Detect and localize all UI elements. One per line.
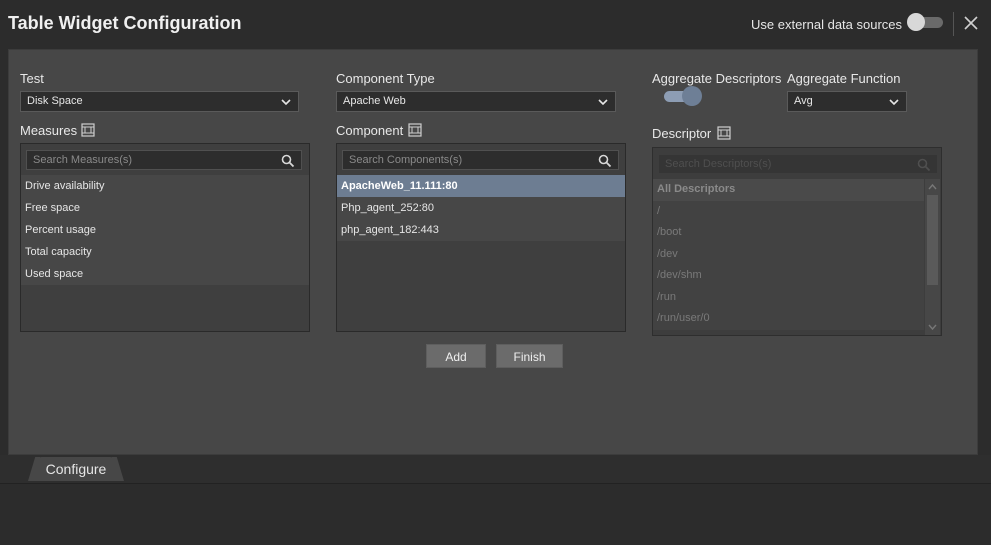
list-item[interactable]: Php_agent_252:80	[337, 197, 625, 219]
aggregate-descriptors-toggle[interactable]	[664, 86, 702, 106]
test-label: Test	[20, 71, 44, 86]
tab-configure[interactable]: Configure	[36, 457, 116, 481]
measures-label: Measures	[20, 123, 78, 138]
page-title: Table Widget Configuration	[8, 13, 242, 33]
search-icon[interactable]	[281, 154, 295, 168]
chevron-down-icon	[598, 99, 608, 106]
dialog-header: Table Widget Configuration Use external …	[0, 0, 991, 48]
finish-button[interactable]: Finish	[496, 344, 563, 368]
descriptor-search	[658, 154, 938, 174]
configuration-panel: Test Disk Space Component Type Apache We…	[8, 49, 978, 455]
descriptor-scrollbar[interactable]	[925, 179, 940, 335]
list-item[interactable]: Total capacity	[21, 241, 309, 263]
list-item[interactable]: php_agent_182:443	[337, 219, 625, 241]
toggle-knob	[682, 86, 702, 106]
list-item[interactable]: /run	[653, 286, 924, 308]
list-item[interactable]: Drive availability	[21, 175, 309, 197]
search-icon	[917, 158, 931, 172]
chevron-down-icon[interactable]	[927, 321, 938, 333]
scrollbar-thumb[interactable]	[927, 195, 938, 285]
component-list: ApacheWeb_11.111:80 Php_agent_252:80 php…	[336, 143, 626, 332]
expand-icon[interactable]	[408, 123, 422, 137]
expand-icon[interactable]	[717, 126, 731, 140]
measures-search	[26, 150, 302, 170]
component-type-label: Component Type	[336, 71, 435, 86]
chevron-down-icon	[281, 99, 291, 106]
list-item[interactable]: /dev/shm	[653, 265, 924, 287]
aggregate-function-value: Avg	[794, 95, 813, 107]
external-data-label: Use external data sources	[751, 17, 903, 32]
aggregate-function-label: Aggregate Function	[787, 71, 901, 86]
chevron-up-icon[interactable]	[927, 181, 938, 193]
list-item[interactable]: /dev	[653, 243, 924, 265]
component-label: Component	[336, 123, 404, 138]
list-item-selected[interactable]: ApacheWeb_11.111:80	[337, 175, 625, 197]
close-icon[interactable]	[961, 13, 981, 33]
list-item[interactable]: Free space	[21, 197, 309, 219]
list-item[interactable]: All Descriptors	[653, 179, 924, 201]
aggregate-descriptors-label: Aggregate Descriptors	[652, 71, 782, 86]
measures-rows: Drive availability Free space Percent us…	[21, 175, 309, 285]
expand-icon[interactable]	[81, 123, 95, 137]
header-divider	[953, 12, 954, 36]
test-select-value: Disk Space	[27, 95, 83, 107]
component-search	[342, 150, 619, 170]
tab-bar: Configure	[0, 455, 991, 483]
component-rows: ApacheWeb_11.111:80 Php_agent_252:80 php…	[337, 175, 625, 241]
descriptor-rows: All Descriptors / /boot /dev /dev/shm /r…	[653, 179, 924, 330]
toggle-knob	[907, 13, 925, 31]
list-item[interactable]: /run/user/0	[653, 308, 924, 330]
descriptor-label: Descriptor	[652, 126, 712, 141]
bottom-area	[0, 483, 991, 545]
aggregate-function-select[interactable]: Avg	[787, 91, 907, 112]
search-icon[interactable]	[598, 154, 612, 168]
descriptor-list: All Descriptors / /boot /dev /dev/shm /r…	[652, 147, 942, 336]
list-item[interactable]: Percent usage	[21, 219, 309, 241]
component-search-input[interactable]	[343, 151, 618, 169]
measures-list: Drive availability Free space Percent us…	[20, 143, 310, 332]
add-button[interactable]: Add	[426, 344, 486, 368]
measures-search-input[interactable]	[27, 151, 301, 169]
external-data-toggle[interactable]	[907, 13, 943, 31]
test-select[interactable]: Disk Space	[20, 91, 299, 112]
list-item[interactable]: Used space	[21, 263, 309, 285]
list-item[interactable]: /	[653, 200, 924, 222]
app-window: Table Widget Configuration Use external …	[0, 0, 991, 545]
component-type-value: Apache Web	[343, 95, 406, 107]
component-type-select[interactable]: Apache Web	[336, 91, 616, 112]
chevron-down-icon	[889, 99, 899, 106]
list-item[interactable]: /boot	[653, 222, 924, 244]
descriptor-search-input[interactable]	[659, 155, 937, 173]
